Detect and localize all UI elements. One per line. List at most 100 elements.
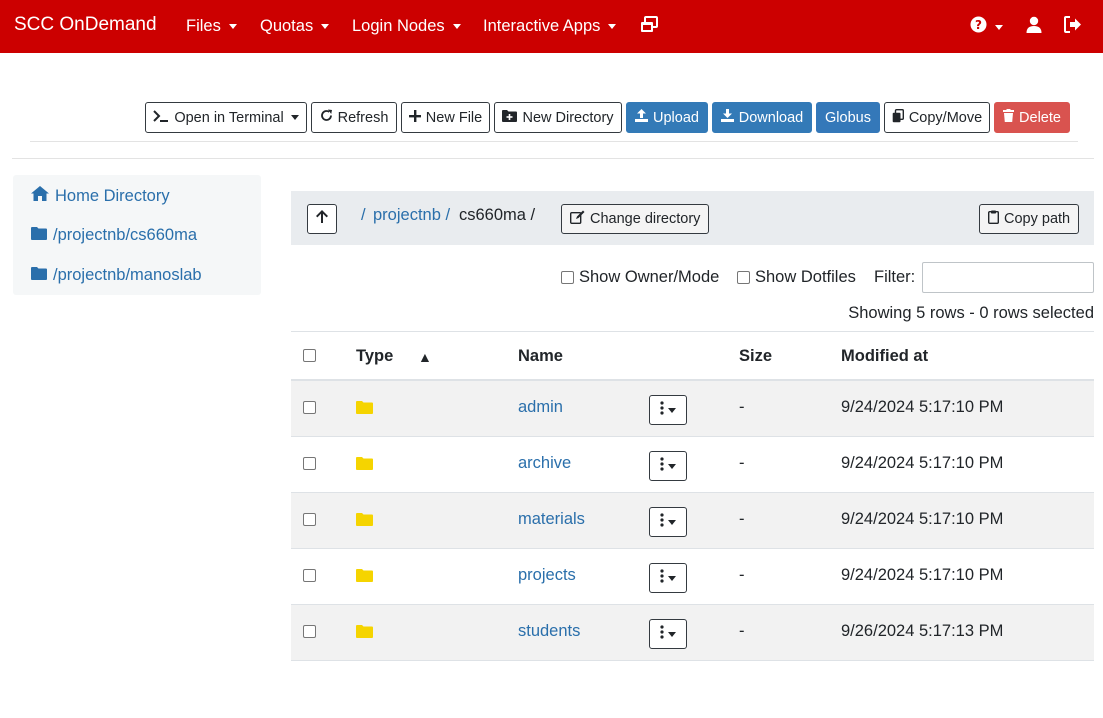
upload-button[interactable]: Upload — [626, 102, 708, 133]
folder-icon — [31, 266, 47, 285]
row-checkbox[interactable] — [303, 513, 316, 526]
caret-down-icon — [290, 115, 299, 120]
file-modified: 9/24/2024 5:17:10 PM — [841, 510, 1004, 528]
home-icon — [31, 186, 49, 206]
file-name-link[interactable]: students — [518, 622, 580, 641]
checkbox-box[interactable] — [561, 271, 574, 284]
file-size: - — [739, 622, 745, 640]
column-header-name[interactable]: Name — [518, 347, 563, 366]
checkbox-box[interactable] — [737, 271, 750, 284]
parent-directory-button[interactable] — [307, 204, 337, 234]
breadcrumb-root[interactable]: / — [361, 206, 366, 225]
column-header-type[interactable]: Type — [356, 347, 393, 366]
filter-input[interactable] — [922, 262, 1094, 293]
menu-quotas-label: Quotas — [260, 17, 314, 35]
delete-button[interactable]: Delete — [994, 102, 1070, 133]
kebab-icon — [660, 400, 664, 420]
copy-move-button[interactable]: Copy/Move — [884, 102, 990, 133]
user-icon[interactable] — [1026, 16, 1042, 33]
file-modified: 9/24/2024 5:17:10 PM — [841, 566, 1004, 584]
new-directory-button[interactable]: New Directory — [494, 102, 622, 133]
copy-path-button[interactable]: Copy path — [979, 204, 1080, 234]
row-checkbox[interactable] — [303, 569, 316, 582]
file-modified: 9/24/2024 5:17:10 PM — [841, 454, 1004, 472]
open-in-terminal-label: Open in Terminal — [174, 109, 284, 126]
row-actions-button[interactable] — [649, 563, 687, 593]
sidebar-item-manoslab[interactable]: /projectnb/manoslab — [31, 266, 202, 285]
file-modified: 9/24/2024 5:17:10 PM — [841, 398, 1004, 416]
caret-down-icon — [668, 575, 676, 581]
folder-icon — [356, 513, 373, 531]
breadcrumb-projectnb[interactable]: projectnb / — [373, 206, 450, 225]
help-icon: ? — [970, 16, 987, 38]
folder-icon — [356, 401, 373, 419]
file-name-link[interactable]: archive — [518, 454, 571, 473]
help-menu[interactable]: ? — [970, 16, 1003, 38]
caret-down-icon — [608, 24, 617, 29]
row-actions-button[interactable] — [649, 451, 687, 481]
sidebar-item-cs660ma[interactable]: /projectnb/cs660ma — [31, 226, 197, 245]
sort-ascending-icon: ▲ — [418, 349, 432, 365]
content-divider — [12, 158, 1094, 159]
arrow-up-icon — [316, 210, 328, 228]
refresh-label: Refresh — [337, 109, 389, 126]
refresh-icon — [320, 109, 333, 126]
caret-down-icon — [995, 24, 1003, 30]
kebab-icon — [660, 512, 664, 532]
toolbar-divider — [30, 141, 1078, 142]
menu-login-nodes[interactable]: Login Nodes — [352, 17, 461, 36]
favorites-sidebar: Home Directory /projectnb/cs660ma /proje… — [13, 175, 261, 295]
folder-icon — [356, 625, 373, 643]
kebab-icon — [660, 568, 664, 588]
svg-text:?: ? — [975, 18, 982, 32]
sidebar-item-home[interactable]: Home Directory — [31, 186, 170, 206]
column-header-size[interactable]: Size — [739, 347, 772, 366]
show-owner-mode-checkbox[interactable]: Show Owner/Mode — [561, 268, 719, 287]
menu-interactive-apps-label: Interactive Apps — [483, 17, 601, 35]
table-row[interactable]: admin - 9/24/2024 5:17:10 PM — [291, 381, 1094, 437]
windows-icon[interactable] — [640, 16, 658, 34]
table-row[interactable]: materials - 9/24/2024 5:17:10 PM — [291, 493, 1094, 549]
new-file-button[interactable]: New File — [401, 102, 490, 133]
table-row[interactable]: projects - 9/24/2024 5:17:10 PM — [291, 549, 1094, 605]
caret-down-icon — [668, 407, 676, 413]
change-directory-button[interactable]: Change directory — [561, 204, 710, 234]
menu-files-label: Files — [186, 17, 221, 35]
breadcrumb-current: cs660ma / — [459, 206, 536, 224]
delete-label: Delete — [1019, 109, 1061, 126]
file-name-link[interactable]: admin — [518, 398, 563, 417]
row-checkbox[interactable] — [303, 401, 316, 414]
table-row[interactable]: archive - 9/24/2024 5:17:10 PM — [291, 437, 1094, 493]
open-in-terminal-button[interactable]: Open in Terminal — [145, 102, 307, 133]
brand-link[interactable]: SCC OnDemand — [14, 14, 157, 36]
upload-icon — [635, 109, 649, 126]
row-actions-button[interactable] — [649, 619, 687, 649]
logout-icon[interactable] — [1064, 16, 1082, 33]
row-checkbox[interactable] — [303, 625, 316, 638]
file-name-link[interactable]: projects — [518, 566, 576, 585]
select-all-checkbox[interactable] — [303, 349, 316, 362]
row-actions-button[interactable] — [649, 507, 687, 537]
folder-plus-icon — [502, 109, 518, 126]
refresh-button[interactable]: Refresh — [311, 102, 397, 133]
change-directory-label: Change directory — [590, 211, 701, 227]
file-name-link[interactable]: materials — [518, 510, 585, 529]
rows-status: Showing 5 rows - 0 rows selected — [848, 304, 1094, 322]
caret-down-icon — [668, 631, 676, 637]
column-header-modified[interactable]: Modified at — [841, 347, 928, 366]
folder-icon — [31, 226, 47, 245]
new-file-label: New File — [425, 109, 483, 126]
sidebar-item-label: /projectnb/cs660ma — [53, 226, 197, 244]
table-row[interactable]: students - 9/26/2024 5:17:13 PM — [291, 605, 1094, 661]
table-top-border — [291, 331, 1094, 332]
row-checkbox[interactable] — [303, 457, 316, 470]
menu-quotas[interactable]: Quotas — [260, 17, 330, 36]
globus-button[interactable]: Globus — [816, 102, 880, 133]
download-button[interactable]: Download — [712, 102, 812, 133]
menu-files[interactable]: Files — [186, 17, 237, 36]
menu-interactive-apps[interactable]: Interactive Apps — [483, 17, 617, 36]
show-dotfiles-checkbox[interactable]: Show Dotfiles — [737, 268, 856, 287]
file-size: - — [739, 510, 745, 528]
row-actions-button[interactable] — [649, 395, 687, 425]
new-directory-label: New Directory — [522, 109, 614, 126]
